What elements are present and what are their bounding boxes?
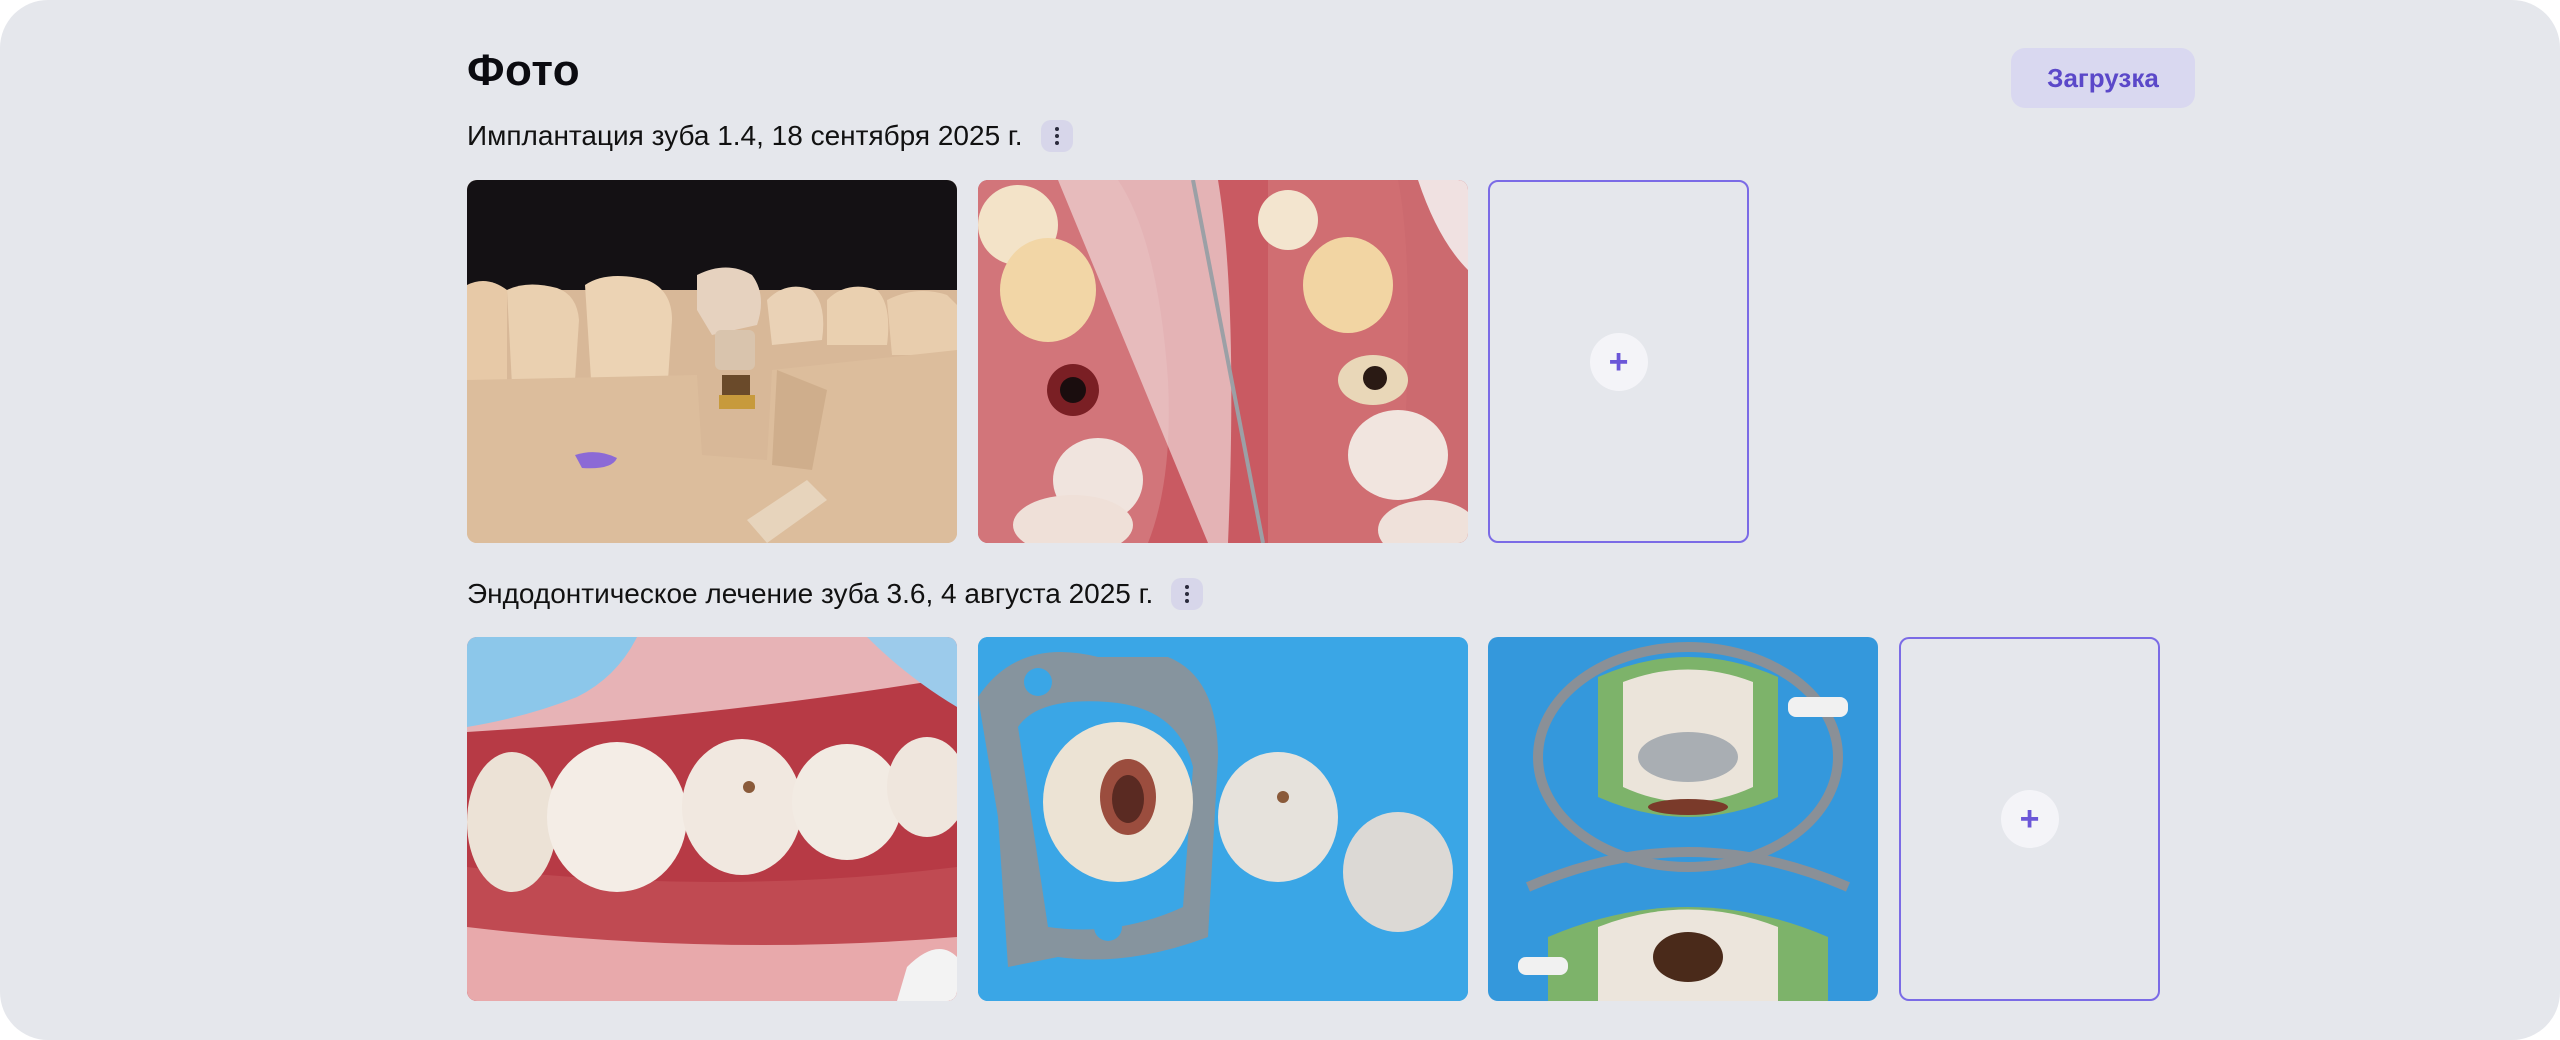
section-title: Фото (467, 46, 581, 95)
plus-icon: + (2000, 790, 2059, 848)
group-title-text: Эндодонтическое лечение зуба 3.6, 4 авгу… (467, 578, 1154, 609)
group-title-endodontic: Эндодонтическое лечение зуба 3.6, 4 авгу… (467, 578, 1204, 610)
more-options-icon[interactable] (1171, 578, 1204, 610)
dental-model-implant-photo[interactable] (467, 180, 957, 543)
rubber-dam-access-cavity-photo[interactable] (978, 637, 1468, 1001)
matrix-clamp-restoration-photo[interactable] (1488, 637, 1878, 1001)
group-title-implant: Имплантация зуба 1.4, 18 сентября 2025 г… (467, 120, 1073, 152)
add-photo-tile[interactable]: + (1488, 180, 1749, 543)
photos-panel: Фото Загрузка Имплантация зуба 1.4, 18 с… (0, 0, 2560, 1040)
upload-button[interactable]: Загрузка (2011, 48, 2195, 108)
molars-intraoral-photo[interactable] (467, 637, 957, 1001)
group-title-text: Имплантация зуба 1.4, 18 сентября 2025 г… (467, 120, 1023, 151)
plus-icon: + (1589, 332, 1648, 391)
implant-site-before-after-photo[interactable] (978, 180, 1468, 543)
more-options-icon[interactable] (1040, 120, 1073, 152)
add-photo-tile[interactable]: + (1899, 637, 2160, 1001)
